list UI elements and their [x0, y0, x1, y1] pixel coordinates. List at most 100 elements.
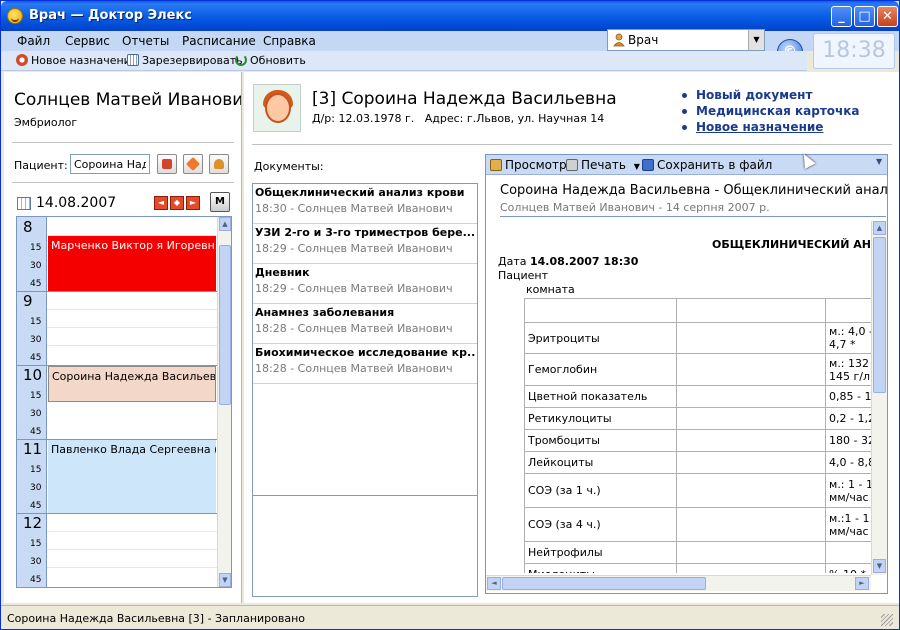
refresh-button[interactable]: Обновить [235, 54, 306, 70]
avatar-face [265, 93, 291, 123]
table-row [524, 298, 871, 323]
print-button[interactable]: Печать ▼ [566, 158, 640, 172]
new-appointment-label: Новое назначение [31, 54, 138, 67]
scroll-thumb[interactable] [219, 245, 231, 405]
document-item[interactable]: Биохимическое исследование кр... 18:28 -… [253, 344, 477, 384]
document-item[interactable]: Анамнез заболевания 18:28 - Солнцев Матв… [253, 304, 477, 344]
patient-address: Адрес: г.Львов, ул. Научная 14 [424, 112, 605, 125]
new-appointment-button[interactable]: Новое назначение [16, 54, 138, 70]
chevron-down-icon[interactable]: ▼ [634, 162, 640, 171]
find-icon [162, 159, 172, 169]
report-date-value: 14.08.2007 18:30 [529, 255, 639, 268]
minute-label: 15 [30, 465, 42, 475]
menu-schedule[interactable]: Расписание [182, 34, 256, 48]
appointment-item[interactable]: Марченко Виктор я Игоревн... [48, 236, 216, 291]
scroll-right-icon[interactable]: ► [855, 577, 869, 590]
minute-label: 45 [30, 279, 42, 289]
patient-clear-button[interactable] [183, 154, 203, 174]
table-row: Тромбоциты 180 - 32 [524, 429, 871, 452]
document-item[interactable]: Общеклинический анализ крови 18:30 - Сол… [253, 184, 477, 224]
schedule-date[interactable]: 14.08.2007 [36, 195, 116, 211]
new-appointment-link[interactable]: Новое назначение [681, 120, 823, 134]
document-item[interactable]: УЗИ 2-го и 3-го триместров бере... 18:29… [253, 224, 477, 264]
scroll-up-icon[interactable]: ▲ [873, 221, 886, 235]
minute-label: 15 [30, 539, 42, 549]
next-day-button[interactable]: ► [186, 196, 200, 210]
document-title: УЗИ 2-го и 3-го триместров бере... [255, 226, 475, 239]
today-button[interactable]: ◆ [170, 196, 184, 210]
table-row: Миелоциты % 10 * [524, 563, 871, 573]
table-row: Нейтрофилы [524, 541, 871, 564]
table-cell [675, 429, 827, 452]
maximize-button[interactable]: □ [854, 6, 875, 27]
menu-file[interactable]: Файл [17, 34, 50, 48]
table-cell [825, 298, 871, 323]
divider [12, 182, 234, 183]
window-title: Врач — Доктор Элекс [29, 8, 193, 23]
close-button[interactable]: ✕ [877, 6, 898, 27]
table-cell: Цветной показатель [524, 385, 677, 408]
month-view-button[interactable]: M [210, 192, 230, 212]
new-document-link[interactable]: Новый документ [681, 88, 812, 102]
app-window: Врач — Доктор Элекс _ □ ✕ Файл Сервис От… [0, 0, 900, 630]
hour-divider [17, 513, 217, 514]
table-cell [675, 407, 827, 430]
document-title: Общеклинический анализ крови [255, 186, 465, 199]
slot-divider [47, 549, 217, 550]
day-schedule[interactable]: 8 15 30 45 9 15 30 45 10 15 30 45 11 15 … [16, 216, 232, 588]
appointment-icon [16, 54, 28, 66]
title-bar[interactable]: Врач — Доктор Элекс _ □ ✕ [1, 1, 899, 31]
hour-label: 8 [23, 218, 33, 236]
save-to-file-button[interactable]: Сохранить в файл [642, 158, 772, 172]
scroll-thumb[interactable] [873, 237, 886, 393]
divider [12, 142, 234, 143]
role-selector[interactable]: Врач ▼ [607, 29, 765, 51]
resize-grip-icon[interactable] [881, 614, 893, 626]
scroll-down-icon[interactable]: ▼ [219, 573, 231, 587]
scroll-down-icon[interactable]: ▼ [873, 559, 886, 573]
viewer-vertical-scrollbar[interactable]: ▲ ▼ [871, 221, 887, 575]
patient-search-label: Пациент: [14, 159, 68, 172]
slot-divider [47, 309, 217, 310]
scroll-thumb[interactable] [502, 577, 706, 590]
appointment-item[interactable]: Павленко Влада Сергеевна (7) [48, 440, 216, 513]
patient-card-button[interactable] [209, 154, 229, 174]
toolbar-overflow-icon[interactable]: ▼ [876, 157, 882, 166]
menu-reports[interactable]: Отчеты [122, 34, 169, 48]
menu-help[interactable]: Справка [263, 34, 316, 48]
table-cell: Ретикулоциты [524, 407, 677, 430]
slot-divider [47, 345, 217, 346]
schedule-scrollbar[interactable]: ▲ ▼ [217, 217, 231, 587]
minimize-button[interactable]: _ [831, 6, 852, 27]
results-table: Эритроциты м.: 4,0 - 4,7 * Гемоглобин м.… [524, 298, 871, 573]
minute-label: 30 [30, 483, 42, 493]
scroll-left-icon[interactable]: ◄ [487, 577, 501, 590]
table-cell: СОЭ (за 4 ч.) [524, 507, 677, 542]
minute-label: 45 [30, 427, 42, 437]
table-row: СОЭ (за 1 ч.) м.: 1 - 1 мм/час [524, 473, 871, 508]
table-cell [825, 541, 871, 564]
documents-list[interactable]: Общеклинический анализ крови 18:30 - Сол… [252, 183, 478, 597]
preview-button[interactable]: Просмотр [490, 158, 567, 172]
clock-display: 18:38 [813, 33, 895, 69]
chevron-down-icon[interactable]: ▼ [748, 30, 764, 50]
table-cell: м.: 1 - 1 мм/час [825, 473, 871, 508]
document-item[interactable]: Дневник 18:29 - Солнцев Матвей Иванович [253, 264, 477, 304]
document-meta: 18:28 - Солнцев Матвей Иванович [255, 362, 453, 375]
viewer-horizontal-scrollbar[interactable]: ◄ ► [486, 575, 871, 591]
medical-card-link[interactable]: Медицинская карточка [682, 104, 860, 118]
patient-search-input[interactable] [70, 154, 150, 174]
reserve-button[interactable]: Зарезервировать [127, 54, 243, 70]
prev-day-button[interactable]: ◄ [154, 196, 168, 210]
table-cell [675, 451, 827, 474]
patient-meta: Д/р: 12.03.1978 г. Адрес: г.Львов, ул. Н… [312, 112, 604, 125]
menu-service[interactable]: Сервис [65, 34, 110, 48]
report-date-label: Дата [498, 255, 527, 268]
scroll-up-icon[interactable]: ▲ [219, 217, 231, 231]
doctor-panel: Солнцев Матвей Иванович Эмбриолог Пациен… [4, 72, 253, 603]
hour-divider [17, 291, 217, 292]
appointment-item[interactable]: Сороина Надежда Васильевн... [48, 366, 216, 402]
patient-find-button[interactable] [157, 154, 177, 174]
minute-label: 15 [30, 243, 42, 253]
table-row: Гемоглобин м.: 132 145 г/л [524, 353, 871, 386]
